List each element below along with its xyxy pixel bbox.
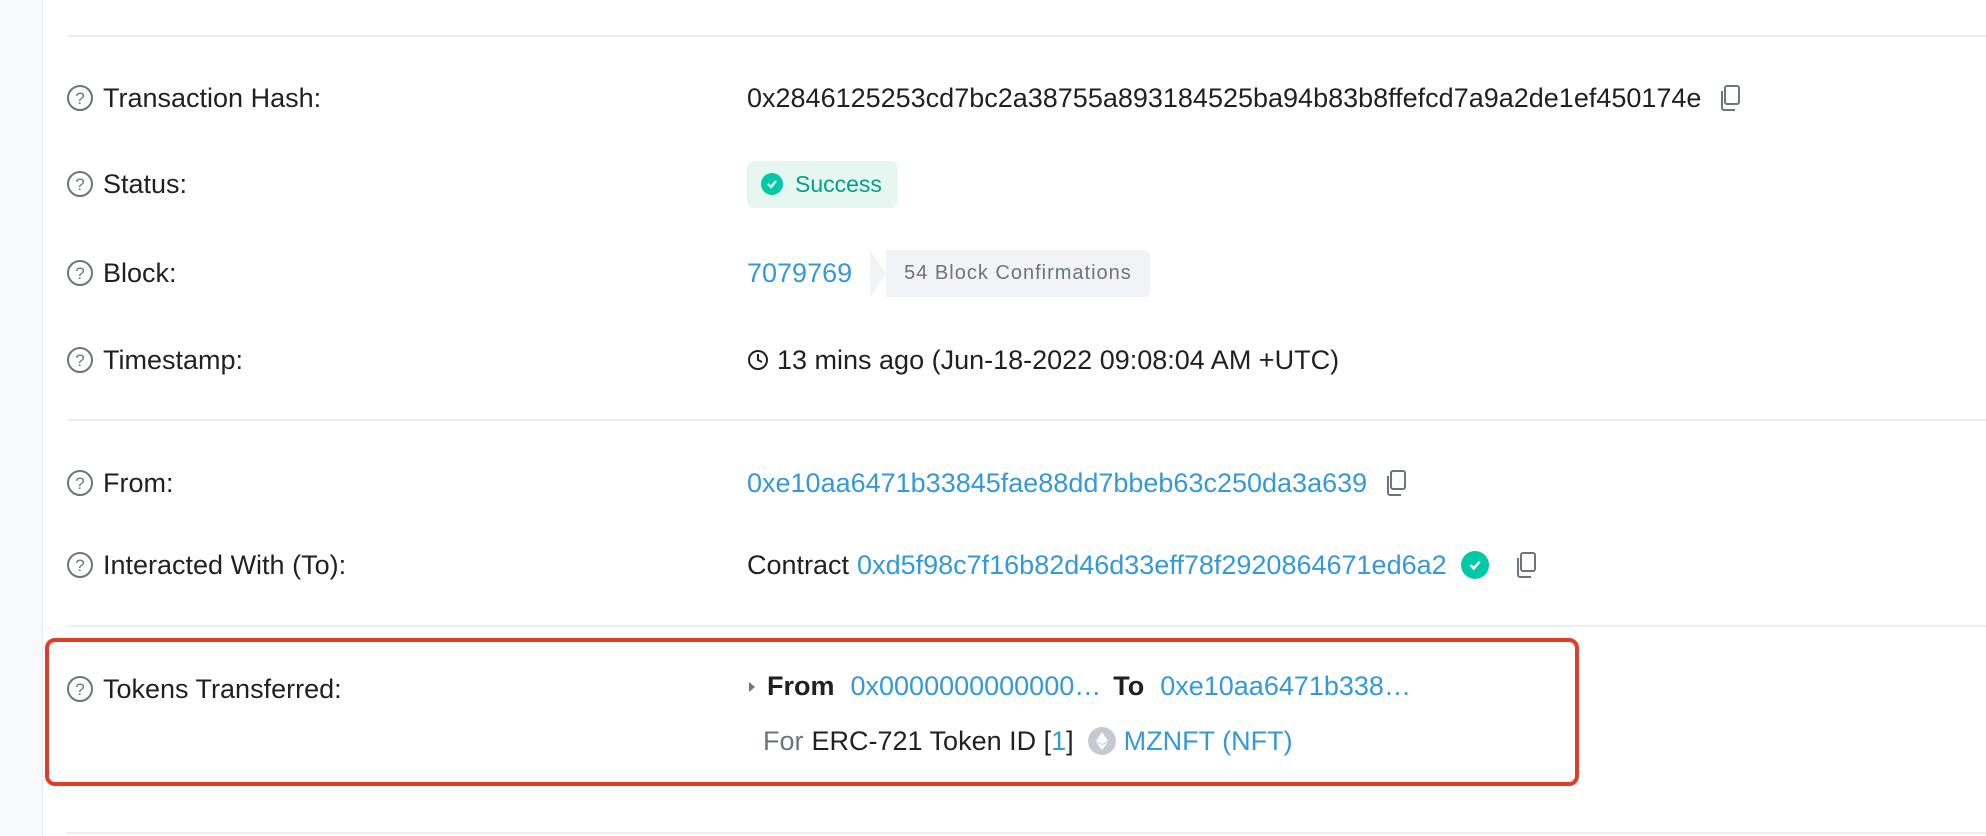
- value-timestamp: 13 mins ago (Jun-18-2022 09:08:04 AM +UT…: [747, 345, 1339, 376]
- question-icon[interactable]: ?: [67, 171, 93, 197]
- contract-prefix: Contract: [747, 549, 850, 580]
- contract-address-link[interactable]: 0xd5f98c7f16b82d46d33eff78f2920864671ed6…: [857, 550, 1447, 581]
- label-transaction-hash: ? Transaction Hash:: [67, 83, 321, 114]
- copy-icon[interactable]: [1383, 469, 1409, 497]
- question-icon[interactable]: ?: [67, 552, 93, 578]
- question-icon[interactable]: ?: [67, 85, 93, 111]
- row-transaction-hash: ? Transaction Hash: 0x2846125253cd7bc2a3…: [67, 78, 1986, 118]
- verified-check-icon: [1460, 551, 1489, 579]
- block-confirmations-badge: 54 Block Confirmations: [870, 249, 1150, 298]
- divider: [67, 625, 1986, 627]
- label-status: ? Status:: [67, 169, 187, 200]
- block-number-link[interactable]: 7079769: [747, 258, 852, 289]
- value-interacted-with: Contract 0xd5f98c7f16b82d46d33eff78f2920…: [747, 550, 1539, 581]
- row-status: ? Status: Success: [67, 160, 1986, 208]
- transaction-hash-text: 0x2846125253cd7bc2a38755a893184525ba94b8…: [747, 82, 1702, 113]
- row-from: ? From: 0xe10aa6471b33845fae88dd7bbeb63c…: [67, 463, 1986, 503]
- value-transaction-hash: 0x2846125253cd7bc2a38755a893184525ba94b8…: [747, 83, 1743, 114]
- row-block: ? Block: 7079769 54 Block Confirmations: [67, 249, 1986, 298]
- label-block: ? Block:: [67, 258, 177, 289]
- question-icon[interactable]: ?: [67, 347, 93, 373]
- from-address-link[interactable]: 0xe10aa6471b33845fae88dd7bbeb63c250da3a6…: [747, 468, 1367, 499]
- divider: [67, 419, 1986, 421]
- check-circle-icon: [761, 173, 783, 195]
- label-timestamp: ? Timestamp:: [67, 345, 243, 376]
- value-block: 7079769 54 Block Confirmations: [747, 249, 1150, 298]
- copy-icon[interactable]: [1717, 84, 1743, 112]
- status-badge: Success: [747, 160, 898, 208]
- row-interacted-with: ? Interacted With (To): Contract 0xd5f98…: [67, 545, 1986, 585]
- copy-icon[interactable]: [1513, 551, 1539, 579]
- label-from: ? From:: [67, 468, 174, 499]
- left-gutter: [0, 0, 43, 836]
- label-interacted-with: ? Interacted With (To):: [67, 550, 346, 581]
- clock-icon: [748, 350, 768, 370]
- row-timestamp: ? Timestamp: 13 mins ago (Jun-18-2022 09…: [67, 340, 1986, 380]
- question-icon[interactable]: ?: [67, 470, 93, 496]
- value-status: Success: [747, 160, 898, 208]
- value-from: 0xe10aa6471b33845fae88dd7bbeb63c250da3a6…: [747, 468, 1409, 499]
- divider: [67, 832, 1986, 834]
- highlight-annotation-box: [45, 638, 1579, 786]
- question-icon[interactable]: ?: [67, 260, 93, 286]
- divider: [67, 35, 1986, 37]
